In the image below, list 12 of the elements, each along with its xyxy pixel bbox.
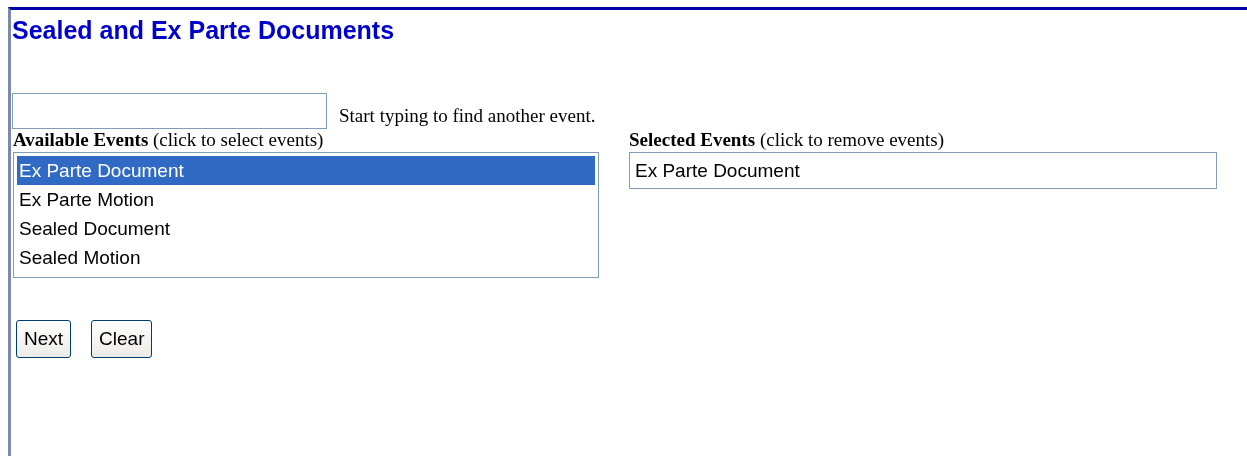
page-title: Sealed and Ex Parte Documents xyxy=(12,15,395,45)
event-option[interactable]: Ex Parte Document xyxy=(17,156,595,185)
search-hint: Start typing to find another event. xyxy=(339,104,596,128)
search-field[interactable] xyxy=(12,93,327,129)
event-option[interactable]: Ex Parte Motion xyxy=(17,185,595,214)
selected-events-label: Selected Events (click to remove events) xyxy=(629,129,945,151)
event-option[interactable]: Sealed Document xyxy=(17,214,595,243)
available-events-list[interactable]: Ex Parte Document Ex Parte Motion Sealed Document Sealed Motion xyxy=(13,152,599,278)
available-events-label: Available Events (click to select events) xyxy=(13,129,325,151)
event-option[interactable]: Sealed Motion xyxy=(17,243,595,272)
form-button[interactable]: Next xyxy=(16,320,72,358)
form-button[interactable]: Clear xyxy=(91,320,153,358)
